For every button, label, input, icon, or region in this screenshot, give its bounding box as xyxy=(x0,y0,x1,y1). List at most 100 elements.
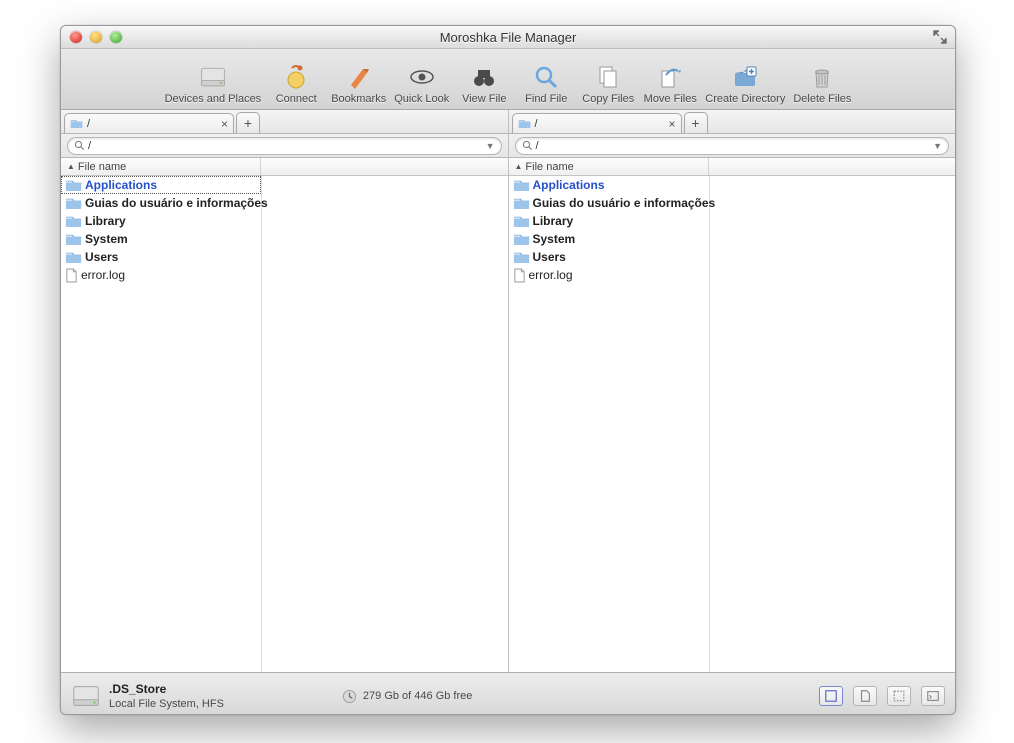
file-name: Applications xyxy=(85,178,157,192)
status-bar: .DS_Store Local File System, HFS 279 Gb … xyxy=(61,672,955,715)
left-tab-label: / xyxy=(87,118,217,130)
file-row[interactable]: System xyxy=(61,230,261,248)
toolbar-connect[interactable]: Connect xyxy=(269,63,323,105)
left-list-rest xyxy=(262,176,508,672)
column-rest[interactable] xyxy=(261,158,508,175)
drive-icon xyxy=(199,63,227,91)
file-row[interactable]: error.log xyxy=(61,266,261,284)
body: / × + / ▼ ▲ File name xyxy=(61,110,955,672)
file-row[interactable]: Guias do usuário e informações xyxy=(61,194,261,212)
file-row[interactable]: error.log xyxy=(509,266,709,284)
file-name: error.log xyxy=(529,268,573,282)
file-name: Applications xyxy=(533,178,605,192)
fullscreen-button[interactable] xyxy=(933,30,947,44)
connect-icon xyxy=(282,63,310,91)
search-icon xyxy=(74,140,85,151)
file-name: Guias do usuário e informações xyxy=(85,196,268,210)
zoom-window-button[interactable] xyxy=(110,31,122,43)
right-path-field[interactable]: / ▼ xyxy=(515,137,950,155)
right-path-value: / xyxy=(536,140,931,152)
column-rest[interactable] xyxy=(709,158,956,175)
file-row[interactable]: Applications xyxy=(61,176,261,194)
folder-icon xyxy=(513,197,530,209)
folder-icon xyxy=(65,197,82,209)
toolbar-copy-files[interactable]: Copy Files xyxy=(581,63,635,105)
status-free-space: 279 Gb of 446 Gb free xyxy=(342,689,472,704)
toolbar-delete-files[interactable]: Delete Files xyxy=(793,63,851,105)
column-file-name[interactable]: ▲ File name xyxy=(509,158,709,175)
close-window-button[interactable] xyxy=(70,31,82,43)
document-icon xyxy=(513,268,526,283)
minimize-window-button[interactable] xyxy=(90,31,102,43)
folder-icon xyxy=(65,251,82,263)
status-text: .DS_Store Local File System, HFS xyxy=(109,682,224,710)
folder-icon xyxy=(65,215,82,227)
window-controls xyxy=(70,31,122,43)
toolbar-find-file[interactable]: Find File xyxy=(519,63,573,105)
left-column-header: ▲ File name xyxy=(61,158,508,176)
right-tab-bar: / × + xyxy=(509,110,956,134)
app-window: Moroshka File Manager Devices and Places… xyxy=(60,25,956,715)
toolbar: Devices and Places Connect Bookmarks Qui… xyxy=(61,49,955,110)
copy-icon xyxy=(594,63,622,91)
file-name: Users xyxy=(533,250,566,264)
column-file-name[interactable]: ▲ File name xyxy=(61,158,261,175)
right-new-tab-button[interactable]: + xyxy=(684,112,708,133)
file-row[interactable]: Applications xyxy=(509,176,709,194)
left-tab-close[interactable]: × xyxy=(221,118,228,130)
file-name: System xyxy=(85,232,128,246)
left-path-value: / xyxy=(88,140,483,152)
file-row[interactable]: Library xyxy=(509,212,709,230)
status-filesystem: Local File System, HFS xyxy=(109,698,224,710)
view-mode-doc-button[interactable] xyxy=(853,686,877,706)
right-path-bar: / ▼ xyxy=(509,134,956,158)
right-tab-close[interactable]: × xyxy=(668,118,675,130)
file-row[interactable]: Users xyxy=(61,248,261,266)
view-mode-panel-button[interactable] xyxy=(819,686,843,706)
sort-arrow-icon: ▲ xyxy=(67,162,75,171)
file-name: Guias do usuário e informações xyxy=(533,196,716,210)
search-icon xyxy=(522,140,533,151)
chevron-down-icon[interactable]: ▼ xyxy=(933,141,942,151)
right-file-list[interactable]: Applications Guias do usuário e informaçõ… xyxy=(509,176,710,672)
left-path-bar: / ▼ xyxy=(61,134,508,158)
folder-icon xyxy=(513,251,530,263)
file-row[interactable]: Library xyxy=(61,212,261,230)
file-name: Library xyxy=(533,214,574,228)
toolbar-quick-look[interactable]: Quick Look xyxy=(394,63,449,105)
left-tab[interactable]: / × xyxy=(64,113,234,133)
left-listing: Applications Guias do usuário e informaçõ… xyxy=(61,176,508,672)
left-tab-bar: / × + xyxy=(61,110,508,134)
sort-arrow-icon: ▲ xyxy=(515,162,523,171)
left-pane: / × + / ▼ ▲ File name xyxy=(61,110,509,672)
right-tab[interactable]: / × xyxy=(512,113,682,133)
file-name: Library xyxy=(85,214,126,228)
status-right-controls xyxy=(819,686,945,706)
left-path-field[interactable]: / ▼ xyxy=(67,137,502,155)
toolbar-move-files[interactable]: Move Files xyxy=(643,63,697,105)
left-new-tab-button[interactable]: + xyxy=(236,112,260,133)
toolbar-view-file[interactable]: View File xyxy=(457,63,511,105)
left-file-list[interactable]: Applications Guias do usuário e informaçõ… xyxy=(61,176,262,672)
file-name: System xyxy=(533,232,576,246)
status-selected-file: .DS_Store xyxy=(109,682,224,696)
toolbar-devices-and-places[interactable]: Devices and Places xyxy=(165,63,262,105)
file-row[interactable]: System xyxy=(509,230,709,248)
chevron-down-icon[interactable]: ▼ xyxy=(486,141,495,151)
file-name: Users xyxy=(85,250,118,264)
view-mode-select-button[interactable] xyxy=(887,686,911,706)
view-mode-terminal-button[interactable] xyxy=(921,686,945,706)
toolbar-bookmarks[interactable]: Bookmarks xyxy=(331,63,386,105)
binoculars-icon xyxy=(470,63,498,91)
file-row[interactable]: Guias do usuário e informações xyxy=(509,194,709,212)
right-column-header: ▲ File name xyxy=(509,158,956,176)
eye-icon xyxy=(408,63,436,91)
move-icon xyxy=(656,63,684,91)
right-tab-label: / xyxy=(535,118,665,130)
toolbar-create-directory[interactable]: Create Directory xyxy=(705,63,785,105)
titlebar: Moroshka File Manager xyxy=(61,26,955,49)
folder-icon xyxy=(518,118,531,129)
folder-icon xyxy=(65,179,82,191)
file-name: error.log xyxy=(81,268,125,282)
file-row[interactable]: Users xyxy=(509,248,709,266)
